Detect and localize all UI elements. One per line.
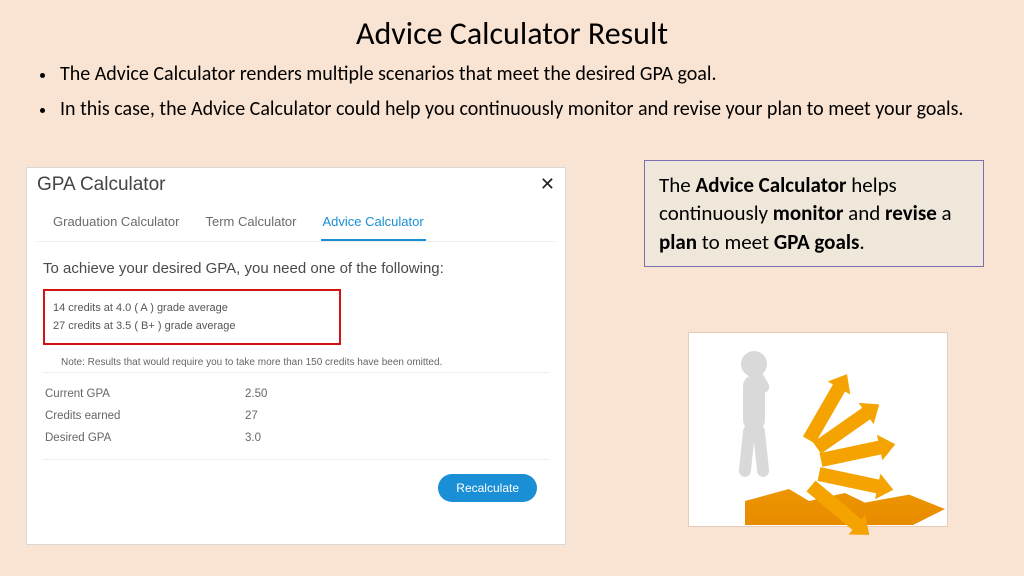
callout-bold: revise <box>885 200 937 226</box>
close-icon[interactable]: ✕ <box>540 174 555 196</box>
callout-bold: monitor <box>773 200 844 226</box>
callout-text: to meet <box>697 229 774 255</box>
scenarios-highlight: 14 credits at 4.0 ( A ) grade average 27… <box>43 289 341 345</box>
bullet-list: The Advice Calculator renders multiple s… <box>0 61 1024 123</box>
stat-row: Credits earned 27 <box>45 405 547 427</box>
callout-text: a <box>937 200 952 226</box>
person-icon <box>733 351 793 491</box>
bullet-item: In this case, the Advice Calculator coul… <box>56 96 984 123</box>
callout-text: The <box>659 172 695 198</box>
gpa-calculator-panel: GPA Calculator ✕ Graduation Calculator T… <box>26 167 566 545</box>
decision-figure <box>688 332 948 527</box>
callout-bold: Advice Calculator <box>695 172 846 198</box>
callout-bold: plan <box>659 229 697 255</box>
stat-value: 27 <box>245 410 258 422</box>
stat-row: Desired GPA 3.0 <box>45 427 547 449</box>
bullet-item: The Advice Calculator renders multiple s… <box>56 61 984 88</box>
stat-label: Current GPA <box>45 388 245 400</box>
tab-advice-calculator[interactable]: Advice Calculator <box>321 208 426 241</box>
achieve-text: To achieve your desired GPA, you need on… <box>27 242 565 285</box>
tab-graduation-calculator[interactable]: Graduation Calculator <box>51 208 181 241</box>
callout-box: The Advice Calculator helps continuously… <box>644 160 984 267</box>
tab-term-calculator[interactable]: Term Calculator <box>203 208 298 241</box>
stat-value: 3.0 <box>245 432 261 444</box>
stat-label: Credits earned <box>45 410 245 422</box>
stats-block: Current GPA 2.50 Credits earned 27 Desir… <box>27 373 565 459</box>
callout-text: and <box>843 200 885 226</box>
recalculate-button[interactable]: Recalculate <box>438 474 537 502</box>
stat-row: Current GPA 2.50 <box>45 383 547 405</box>
callout-text: . <box>859 229 864 255</box>
slide-title: Advice Calculator Result <box>0 0 1024 61</box>
scenario-row: 14 credits at 4.0 ( A ) grade average <box>53 299 331 317</box>
callout-bold: GPA goals <box>774 229 860 255</box>
tab-bar: Graduation Calculator Term Calculator Ad… <box>37 198 555 242</box>
stat-value: 2.50 <box>245 388 267 400</box>
omitted-note: Note: Results that would require you to … <box>43 351 549 373</box>
stat-label: Desired GPA <box>45 432 245 444</box>
panel-header: GPA Calculator <box>37 174 165 196</box>
scenario-row: 27 credits at 3.5 ( B+ ) grade average <box>53 317 331 335</box>
